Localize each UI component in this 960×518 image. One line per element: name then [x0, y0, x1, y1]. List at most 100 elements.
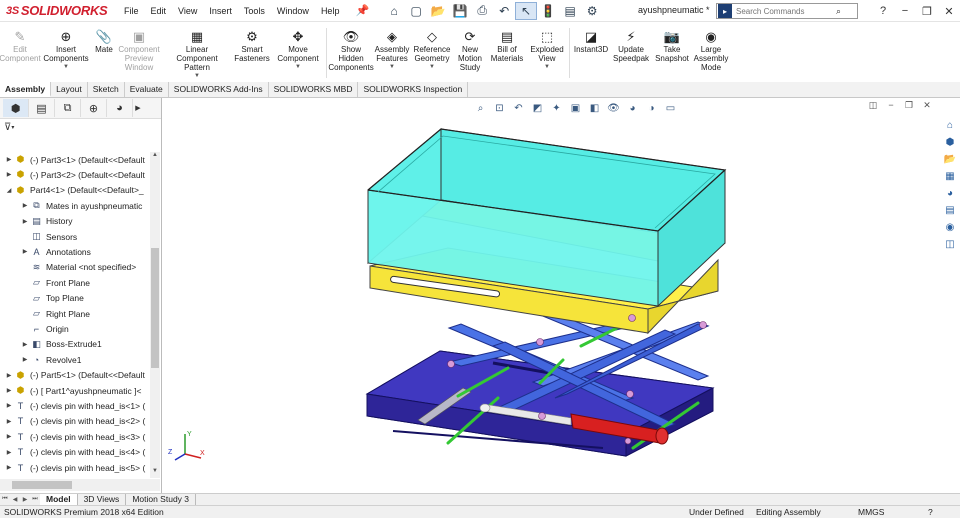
view-palette-icon[interactable]: ▦ — [942, 169, 958, 184]
tree-scroll-thumb[interactable] — [151, 248, 159, 368]
expand-toggle-icon[interactable]: ▶ — [4, 372, 14, 379]
dropdown-caret-icon[interactable]: ▼ — [295, 63, 301, 72]
3dexperience-icon[interactable]: ◫ — [942, 237, 958, 252]
menu-edit[interactable]: Edit — [145, 6, 173, 16]
tree-node[interactable]: ▱ Right Plane — [20, 306, 90, 321]
minimize-icon[interactable]: − — [894, 5, 916, 17]
file-explorer-icon[interactable]: 📂 — [942, 152, 958, 167]
expand-toggle-icon[interactable]: ▶ — [4, 387, 14, 394]
search-commands-input[interactable] — [732, 6, 836, 16]
tree-node[interactable]: ▶ T (-) clevis pin with head_is<4> ( — [4, 445, 146, 460]
expand-toggle-icon[interactable]: ▶ — [4, 433, 14, 440]
tab-evaluate[interactable]: Evaluate — [125, 82, 169, 97]
exploded-view-button[interactable]: ⬚ Exploded View ▼ — [527, 28, 567, 72]
rebuild-icon[interactable]: 🚦 — [537, 2, 559, 20]
display-manager-tab-icon[interactable]: ◕ — [107, 99, 133, 117]
tab-solidworks-mbd[interactable]: SOLIDWORKS MBD — [269, 82, 359, 97]
solidworks-resources-icon[interactable]: ⌂ — [942, 118, 958, 133]
assembly-model[interactable] — [163, 98, 940, 493]
solidworks-forum-icon[interactable]: ◉ — [942, 220, 958, 235]
select-icon[interactable]: ↖ — [515, 1, 538, 20]
tree-node[interactable]: ▶ ◧ Boss-Extrude1 — [20, 337, 102, 352]
expand-toggle-icon[interactable]: ▶ — [4, 171, 14, 178]
solidworks-logo[interactable]: 3S SOLIDWORKS — [0, 3, 118, 18]
search-icon[interactable]: ⌕ — [836, 6, 841, 17]
move-component-button[interactable]: ✥ Move Component ▼ — [272, 28, 324, 72]
close-icon[interactable]: ✕ — [938, 5, 960, 18]
tab-sketch[interactable]: Sketch — [88, 82, 125, 97]
dimxpert-tab-icon[interactable]: ⊕ — [81, 99, 107, 117]
snapshot-button[interactable]: 📷 Take Snapshot — [652, 28, 692, 64]
expand-toggle-icon[interactable]: ▶ — [4, 449, 14, 456]
status-mode[interactable]: Editing Assembly — [756, 506, 821, 518]
panel-expand-icon[interactable]: ▶ — [133, 99, 143, 117]
expand-toggle-icon[interactable]: ▶ — [20, 356, 30, 363]
tree-node[interactable]: ▶ ⬢ (-) [ Part1^ayushpneumatic ]< — [4, 383, 142, 398]
new-document-icon[interactable]: ▢ — [405, 2, 427, 20]
scroll-up-icon[interactable]: ▲ — [150, 152, 160, 162]
dropdown-caret-icon[interactable]: ▼ — [63, 63, 69, 72]
bom-button[interactable]: ▤ Bill of Materials — [487, 28, 527, 64]
tree-node[interactable]: ▱ Top Plane — [20, 291, 84, 306]
restore-icon[interactable]: ❐ — [916, 5, 938, 18]
menu-file[interactable]: File — [118, 6, 145, 16]
tree-horizontal-scrollbar[interactable] — [0, 479, 160, 491]
expand-toggle-icon[interactable]: ▶ — [4, 402, 14, 409]
expand-toggle-icon[interactable]: ◢ — [4, 187, 14, 194]
insert-components-button[interactable]: ⊕ Insert Components ▼ — [40, 28, 92, 72]
tab-next-icon[interactable]: ▶ — [20, 496, 30, 503]
model-tab-3d-views[interactable]: 3D Views — [78, 494, 127, 505]
large-assembly-button[interactable]: ◉ Large Assembly Mode — [692, 28, 730, 73]
filter-icon[interactable]: ⊽ ▾ — [0, 119, 161, 135]
expand-toggle-icon[interactable]: ▶ — [20, 218, 30, 225]
pin-menu-icon[interactable]: 📌 — [355, 4, 369, 17]
menu-view[interactable]: View — [172, 6, 203, 16]
tab-assembly[interactable]: Assembly — [0, 82, 52, 97]
print-icon[interactable]: ⎙ — [471, 2, 493, 20]
menu-help[interactable]: Help — [315, 6, 346, 16]
tree-node[interactable]: ▶ T (-) clevis pin with head_is<5> ( — [4, 460, 146, 475]
status-units[interactable]: MMGS — [858, 506, 884, 518]
tree-node[interactable]: ◫ Sensors — [20, 229, 77, 244]
open-icon[interactable]: 📂 — [427, 2, 449, 20]
custom-properties-icon[interactable]: ▤ — [942, 203, 958, 218]
help-icon[interactable]: ? — [872, 5, 894, 17]
tree-node[interactable]: ▶ ◔ Revolve1 — [20, 352, 82, 367]
instant3d-button[interactable]: ◪ Instant3D — [572, 28, 610, 55]
tab-solidworks-inspection[interactable]: SOLIDWORKS Inspection — [358, 82, 469, 97]
tree-node[interactable]: ▱ Front Plane — [20, 275, 90, 290]
tab-first-icon[interactable]: ⏮ — [0, 496, 10, 503]
menu-tools[interactable]: Tools — [238, 6, 271, 16]
design-library-icon[interactable]: ⬢ — [942, 135, 958, 150]
graphics-area[interactable]: ⌕ ⊡ ↶ ◩ ✦ ▣ ◧ 👁 ◕ ◑ ▭ ◫ − ❐ ✕ Y X Z — [163, 98, 940, 493]
tab-solidworks-add-ins[interactable]: SOLIDWORKS Add-Ins — [169, 82, 269, 97]
tree-node[interactable]: ▶ ▤ History — [20, 214, 73, 229]
scroll-down-icon[interactable]: ▼ — [150, 468, 160, 478]
tree-node[interactable]: ▶ ⬢ (-) Part5<1> (Default<<Default — [4, 368, 145, 383]
dropdown-caret-icon[interactable]: ▼ — [194, 72, 200, 81]
tree-node[interactable]: ◢ ⬢ Part4<1> (Default<<Default>_ — [4, 183, 144, 198]
tree-node[interactable]: ▶ A Annotations — [20, 244, 91, 259]
status-help-icon[interactable]: ? — [928, 506, 933, 518]
undo-icon[interactable]: ↶ — [493, 2, 515, 20]
tree-node[interactable]: ▶ T (-) clevis pin with head_is<1> ( — [4, 398, 146, 413]
dropdown-caret-icon[interactable]: ▼ — [429, 63, 435, 72]
appearances-icon[interactable]: ◕ — [942, 186, 958, 201]
configuration-manager-tab-icon[interactable]: ⧉ — [55, 99, 81, 117]
property-manager-tab-icon[interactable]: ▤ — [29, 99, 55, 117]
options-gear-icon[interactable]: ⚙ — [581, 2, 603, 20]
dropdown-caret-icon[interactable]: ▼ — [389, 63, 395, 72]
expand-toggle-icon[interactable]: ▶ — [4, 156, 14, 163]
tab-last-icon[interactable]: ⏭ — [30, 496, 40, 503]
expand-toggle-icon[interactable]: ▶ — [20, 248, 30, 255]
smart-fasteners-button[interactable]: ⚙ Smart Fasteners — [232, 28, 272, 64]
linear-pattern-button[interactable]: ▦ Linear Component Pattern ▼ — [162, 28, 232, 81]
expand-toggle-icon[interactable]: ▶ — [4, 464, 14, 471]
tree-hscroll-thumb[interactable] — [12, 481, 72, 489]
model-tab-motion-study-3[interactable]: Motion Study 3 — [126, 494, 197, 505]
dropdown-caret-icon[interactable]: ▼ — [544, 63, 550, 72]
menu-insert[interactable]: Insert — [203, 6, 238, 16]
motion-study-button[interactable]: ⟳ New Motion Study — [453, 28, 487, 73]
search-scope-icon[interactable]: ▸ — [718, 4, 732, 18]
edit-component-button[interactable]: ✎ Edit Component — [0, 28, 41, 64]
